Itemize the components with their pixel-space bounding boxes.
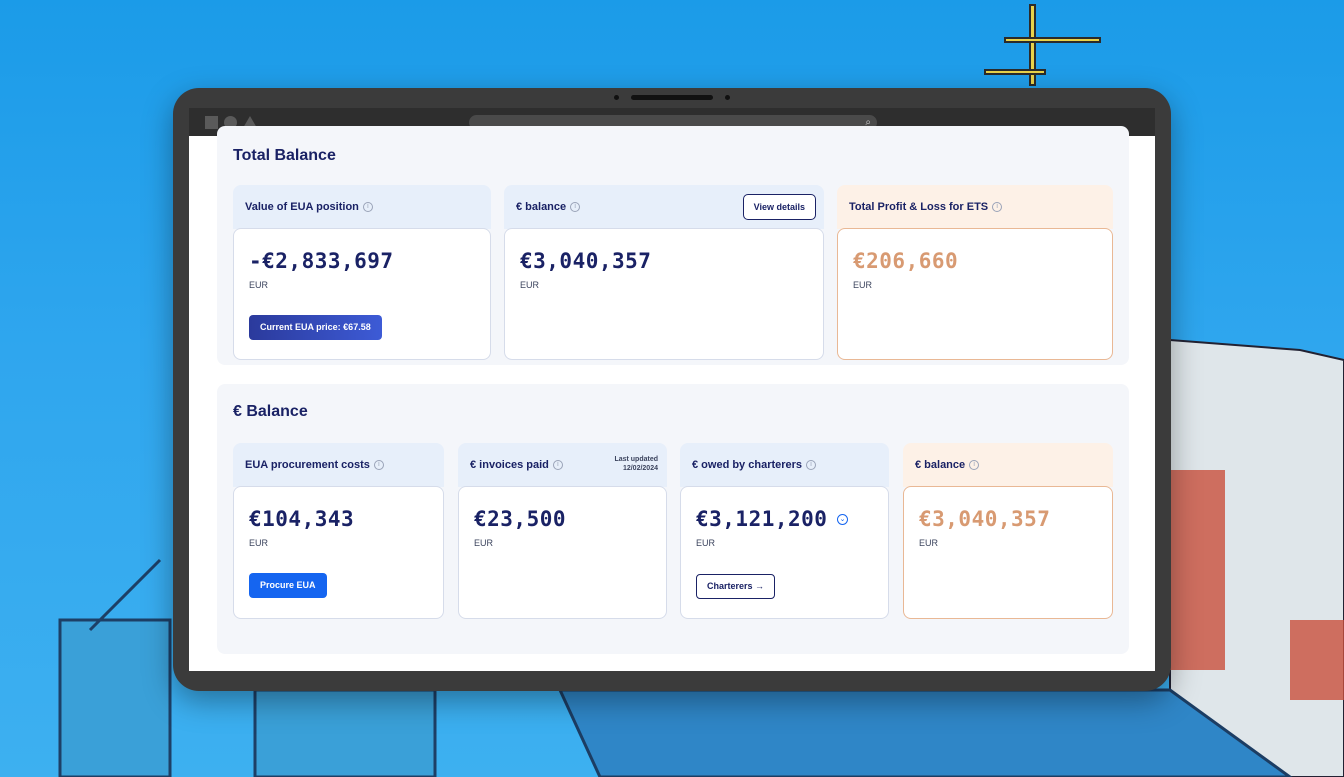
euro-balance-section: € Balance EUA procurement costs i €104,3… bbox=[217, 384, 1129, 654]
info-icon[interactable]: i bbox=[570, 202, 581, 212]
card-body: €23,500 EUR bbox=[458, 486, 667, 619]
currency-label: EUR bbox=[853, 280, 873, 290]
currency-label: EUR bbox=[919, 538, 939, 548]
card-header: € balance i View details bbox=[504, 185, 824, 229]
total-balance-section: Total Balance Value of EUA position i -€… bbox=[217, 126, 1129, 365]
info-icon[interactable]: i bbox=[552, 460, 563, 470]
card-header: € invoices paid i Last updated 12/02/202… bbox=[458, 443, 667, 487]
card-body: €206,660 EUR bbox=[837, 228, 1113, 360]
charterers-button[interactable]: Charterers → bbox=[696, 574, 776, 599]
card-body: €104,343 EUR Procure EUA bbox=[233, 486, 444, 619]
card-body: €3,040,357 EUR bbox=[504, 228, 824, 360]
currency-label: EUR bbox=[696, 538, 716, 548]
currency-label: EUR bbox=[474, 538, 494, 548]
amount-value: €3,040,357 bbox=[919, 507, 1051, 531]
amount-value: €23,500 bbox=[474, 507, 567, 531]
currency-label: EUR bbox=[249, 538, 269, 548]
card-body: €3,040,357 EUR bbox=[903, 486, 1113, 619]
tablet-device: ⌕ Total Balance Value of EUA position i … bbox=[173, 88, 1171, 691]
profit-loss-card: Total Profit & Loss for ETS i €206,660 E… bbox=[837, 185, 1113, 360]
amount-value: €3,121,200 bbox=[696, 507, 828, 531]
card-label: € balance bbox=[915, 459, 966, 471]
euro-balance-card: € balance i View details €3,040,357 EUR bbox=[504, 185, 824, 360]
view-details-button[interactable]: View details bbox=[742, 194, 816, 220]
section-title: € Balance bbox=[233, 403, 308, 420]
last-updated-label: Last updated bbox=[614, 456, 658, 463]
amount-value: €206,660 bbox=[853, 249, 959, 273]
speaker-slot bbox=[631, 95, 713, 100]
camera-dot bbox=[614, 95, 619, 100]
tablet-screen: ⌕ Total Balance Value of EUA position i … bbox=[189, 108, 1155, 671]
amount-value: €3,040,357 bbox=[520, 249, 652, 273]
card-header: € balance i bbox=[903, 443, 1113, 487]
tablet-camera bbox=[614, 95, 730, 100]
info-icon[interactable]: i bbox=[969, 460, 980, 470]
last-updated-date: 12/02/2024 bbox=[622, 465, 658, 472]
card-label: € invoices paid bbox=[470, 459, 549, 471]
card-header: Value of EUA position i bbox=[233, 185, 491, 229]
chevron-down-icon[interactable]: ⌄ bbox=[837, 514, 848, 525]
eua-position-card: Value of EUA position i -€2,833,697 EUR … bbox=[233, 185, 491, 360]
card-label: Value of EUA position bbox=[245, 201, 359, 213]
card-label: EUA procurement costs bbox=[245, 459, 370, 471]
info-icon[interactable]: i bbox=[806, 460, 817, 470]
card-label: € owed by charterers bbox=[692, 459, 803, 471]
last-updated: Last updated 12/02/2024 bbox=[614, 455, 658, 473]
section-title: Total Balance bbox=[233, 147, 336, 164]
camera-dot bbox=[725, 95, 730, 100]
card-header: € owed by charterers i bbox=[680, 443, 889, 487]
currency-label: EUR bbox=[520, 280, 540, 290]
owed-by-charterers-card: € owed by charterers i €3,121,200 ⌄ EUR … bbox=[680, 443, 889, 619]
card-label: € balance bbox=[516, 201, 567, 213]
euro-balance-summary-card: € balance i €3,040,357 EUR bbox=[903, 443, 1113, 619]
info-icon[interactable]: i bbox=[362, 202, 373, 212]
info-icon[interactable]: i bbox=[992, 202, 1003, 212]
card-body: €3,121,200 ⌄ EUR Charterers → bbox=[680, 486, 889, 619]
eua-price-button[interactable]: Current EUA price: €67.58 bbox=[249, 315, 382, 340]
card-label: Total Profit & Loss for ETS bbox=[849, 201, 989, 213]
procurement-costs-card: EUA procurement costs i €104,343 EUR Pro… bbox=[233, 443, 444, 619]
amount-value: €104,343 bbox=[249, 507, 355, 531]
square-icon[interactable] bbox=[205, 115, 218, 129]
invoices-paid-card: € invoices paid i Last updated 12/02/202… bbox=[458, 443, 667, 619]
dashboard-content: Total Balance Value of EUA position i -€… bbox=[189, 126, 1155, 671]
amount-value: -€2,833,697 bbox=[249, 249, 394, 273]
currency-label: EUR bbox=[249, 280, 269, 290]
info-icon[interactable]: i bbox=[373, 460, 384, 470]
card-body: -€2,833,697 EUR Current EUA price: €67.5… bbox=[233, 228, 491, 360]
procure-eua-button[interactable]: Procure EUA bbox=[249, 573, 327, 598]
card-header: Total Profit & Loss for ETS i bbox=[837, 185, 1113, 229]
card-header: EUA procurement costs i bbox=[233, 443, 444, 487]
